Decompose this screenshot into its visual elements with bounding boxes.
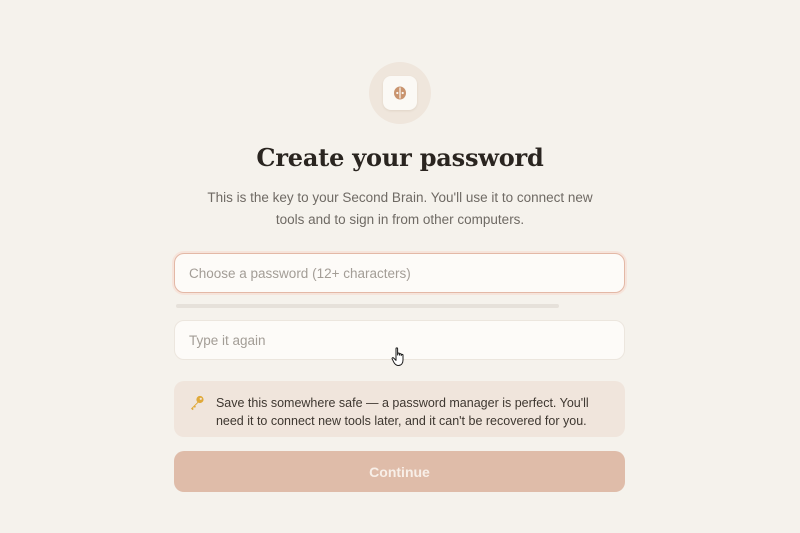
hand-pointer-cursor-icon	[391, 347, 404, 366]
create-password-page: Create your password This is the key to …	[0, 0, 800, 533]
page-title: Create your password	[256, 143, 544, 172]
password-strength-meter	[176, 304, 559, 308]
page-subtitle: This is the key to your Second Brain. Yo…	[207, 190, 593, 227]
notice-text: Save this somewhere safe — a password ma…	[215, 396, 589, 428]
save-password-notice: Save this somewhere safe — a password ma…	[174, 381, 625, 437]
key-icon	[190, 395, 204, 411]
password-input[interactable]	[174, 253, 625, 293]
logo-tile	[383, 76, 417, 110]
brain-logo-icon	[394, 86, 406, 100]
continue-button[interactable]: Continue	[174, 451, 625, 492]
logo-badge	[369, 62, 431, 124]
